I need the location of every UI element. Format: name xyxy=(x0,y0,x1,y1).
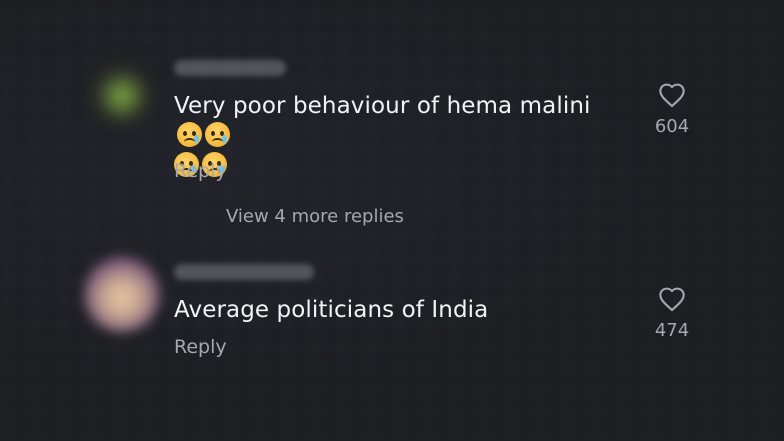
crying-face-emoji-icon xyxy=(205,122,230,147)
avatar[interactable] xyxy=(84,54,160,130)
reply-button[interactable]: Reply xyxy=(174,160,227,182)
view-more-replies-button[interactable]: View 4 more replies xyxy=(226,206,404,227)
username-blurred[interactable] xyxy=(174,264,314,280)
reply-button[interactable]: Reply xyxy=(174,336,227,358)
comment-text: Average politicians of India xyxy=(174,295,624,325)
like-count: 604 xyxy=(654,116,690,137)
avatar[interactable] xyxy=(84,256,160,332)
username-blurred[interactable] xyxy=(174,60,286,76)
heart-icon[interactable] xyxy=(658,286,686,312)
comment-body: Very poor behaviour of hema malini xyxy=(174,93,591,119)
like-control: 604 xyxy=(648,82,696,137)
like-count: 474 xyxy=(654,320,690,341)
crying-face-emoji-icon xyxy=(177,122,202,147)
like-control: 474 xyxy=(648,286,696,341)
comment-body: Average politicians of India xyxy=(174,297,489,323)
comments-screen: Very poor behaviour of hema malini Reply… xyxy=(0,0,784,441)
heart-icon[interactable] xyxy=(658,82,686,108)
comment-text: Very poor behaviour of hema malini xyxy=(174,91,624,181)
